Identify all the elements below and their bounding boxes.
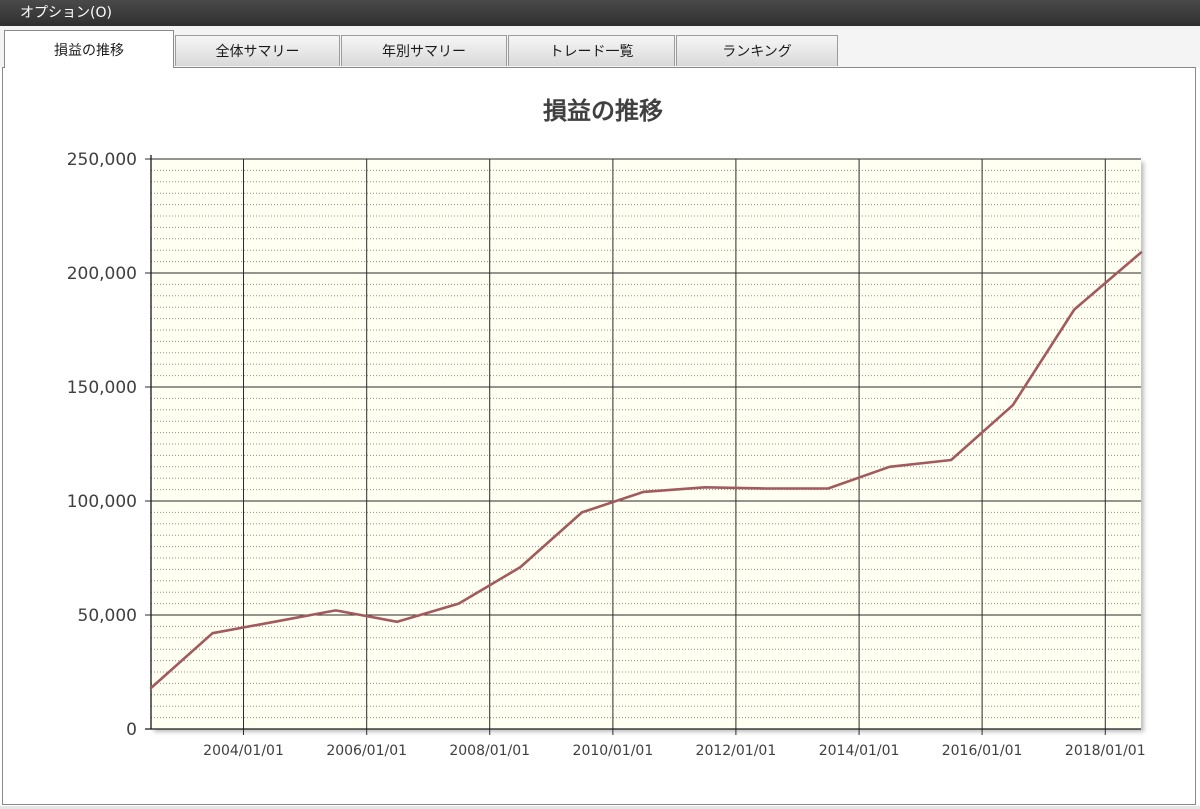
x-tick-label: 2010/01/01: [573, 743, 654, 759]
y-tick-label: 50,000: [78, 606, 137, 626]
x-tick-label: 2018/01/01: [1065, 743, 1146, 759]
x-tick-label: 2004/01/01: [203, 743, 284, 759]
y-tick-label: 0: [126, 720, 137, 740]
chart-title: 損益の推移: [543, 97, 663, 125]
tab-ranking[interactable]: ランキング: [676, 35, 838, 66]
x-tick-label: 2008/01/01: [449, 743, 530, 759]
tab-overall-summary[interactable]: 全体サマリー: [175, 35, 340, 66]
tab-strip: 損益の推移 全体サマリー 年別サマリー トレード一覧 ランキング: [0, 26, 1200, 68]
tab-trade-list[interactable]: トレード一覧: [508, 35, 675, 66]
tab-profit-transition[interactable]: 損益の推移: [4, 30, 174, 68]
y-tick-label: 250,000: [67, 150, 137, 170]
x-tick-label: 2016/01/01: [942, 743, 1023, 759]
y-tick-label: 150,000: [67, 378, 137, 398]
menu-bar: オプション(O): [0, 0, 1200, 26]
profit-chart: 損益の推移 0 50,000 100,000 150,000 200,000 250,00…: [67, 97, 1146, 759]
y-tick-label: 200,000: [67, 264, 137, 284]
tab-yearly-summary[interactable]: 年別サマリー: [341, 35, 507, 66]
x-tick-label: 2014/01/01: [819, 743, 900, 759]
y-tick-label: 100,000: [67, 492, 137, 512]
menu-options[interactable]: オプション(O): [14, 4, 118, 22]
chart-panel: 損益の推移 0 50,000 100,000 150,000 200,000 250,00…: [2, 67, 1196, 805]
x-tick-label: 2006/01/01: [326, 743, 407, 759]
x-tick-label: 2012/01/01: [696, 743, 777, 759]
